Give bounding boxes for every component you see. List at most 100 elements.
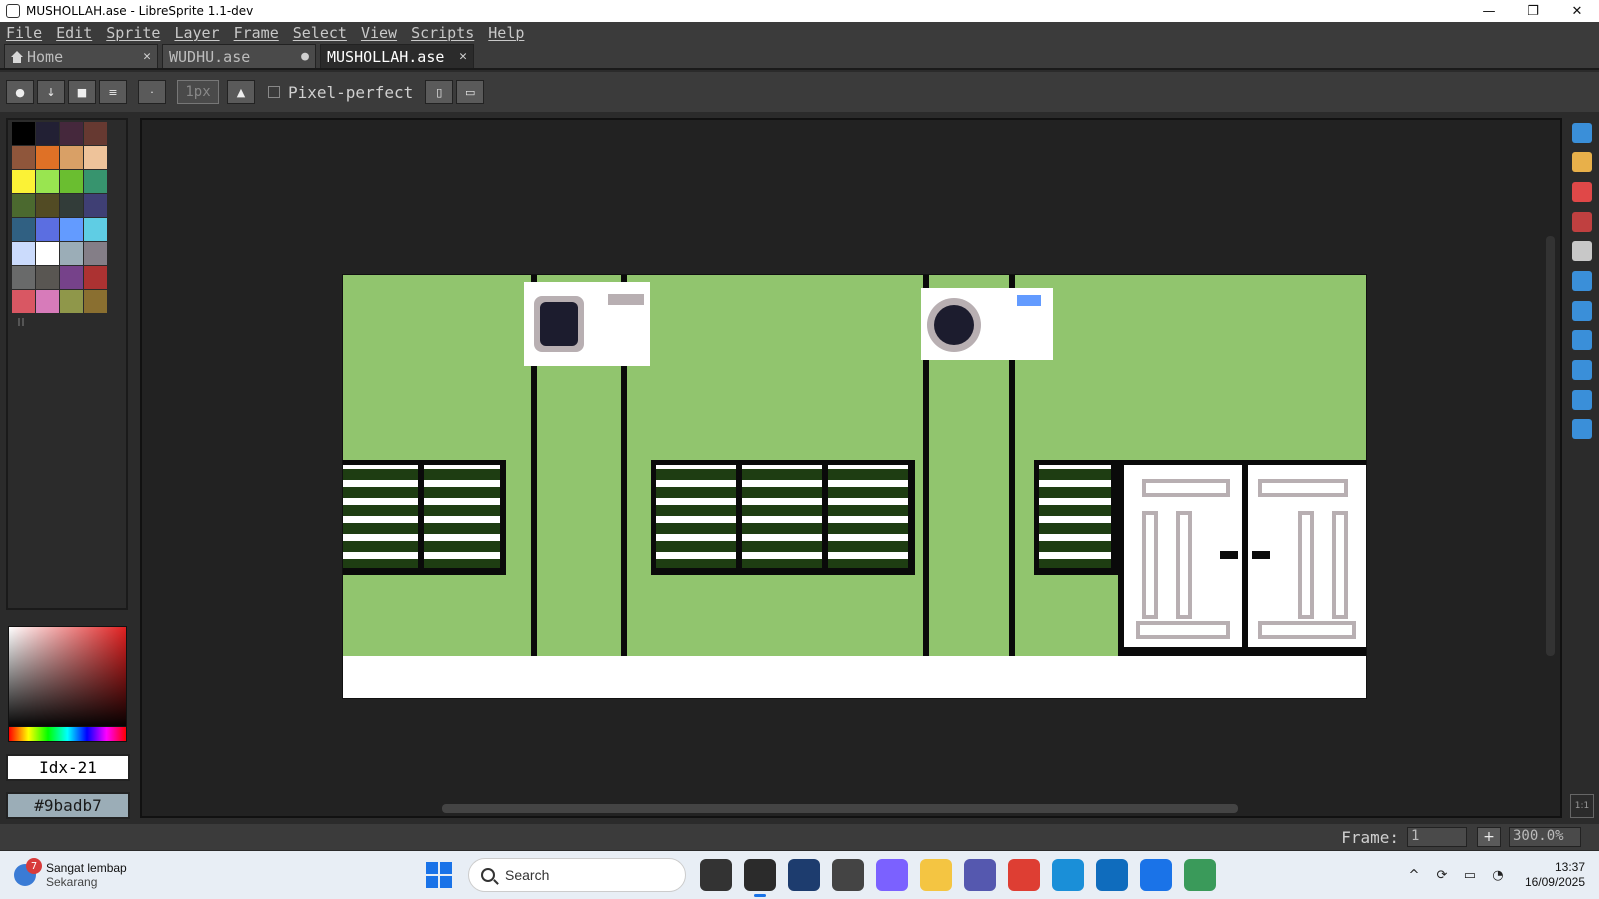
close-button[interactable]: ✕ xyxy=(1555,0,1599,22)
brush-type-circle-icon[interactable]: ● xyxy=(6,80,34,104)
palette-swatch[interactable] xyxy=(60,194,83,217)
saturation-value-picker[interactable] xyxy=(8,626,127,730)
palette-swatch[interactable] xyxy=(36,122,59,145)
chrome-icon[interactable] xyxy=(1008,859,1040,891)
brush-type-down-icon[interactable]: ↓ xyxy=(37,80,65,104)
actual-size-button[interactable]: 1:1 xyxy=(1570,794,1594,818)
sync-icon[interactable]: ⟳ xyxy=(1433,866,1451,884)
menu-file[interactable]: File xyxy=(6,24,42,42)
palette-swatch[interactable] xyxy=(60,146,83,169)
palette-swatch[interactable] xyxy=(12,170,35,193)
palette-swatch[interactable] xyxy=(12,122,35,145)
teams-icon[interactable] xyxy=(964,859,996,891)
tool-button[interactable] xyxy=(1568,296,1596,326)
palette-swatch[interactable] xyxy=(12,290,35,313)
vertical-scrollbar[interactable] xyxy=(1546,236,1555,656)
display-icon[interactable]: ▭ xyxy=(1461,866,1479,884)
weather-widget[interactable]: 7 Sangat lembap Sekarang xyxy=(14,858,294,889)
tool-button[interactable] xyxy=(1568,385,1596,415)
tab-home[interactable]: Home ✕ xyxy=(4,44,158,68)
palette-swatch[interactable] xyxy=(84,242,107,265)
menu-view[interactable]: View xyxy=(361,24,397,42)
solitaire-icon[interactable] xyxy=(788,859,820,891)
palette-swatch[interactable] xyxy=(36,218,59,241)
system-clock[interactable]: 13:37 16/09/2025 xyxy=(1525,860,1585,890)
menu-layer[interactable]: Layer xyxy=(174,24,219,42)
menu-scripts[interactable]: Scripts xyxy=(411,24,474,42)
menu-select[interactable]: Select xyxy=(293,24,347,42)
edge-icon[interactable] xyxy=(1052,859,1084,891)
palette-swatch[interactable] xyxy=(84,170,107,193)
palette-swatch[interactable] xyxy=(60,218,83,241)
libresprite-icon[interactable] xyxy=(744,859,776,897)
task-view-icon[interactable] xyxy=(700,859,732,891)
outlook-icon[interactable] xyxy=(1096,859,1128,891)
minimize-button[interactable]: — xyxy=(1467,0,1511,22)
sprite-canvas[interactable] xyxy=(342,274,1367,699)
palette-swatch[interactable] xyxy=(36,170,59,193)
palette-swatch[interactable] xyxy=(36,146,59,169)
palette-swatch[interactable] xyxy=(60,290,83,313)
palette-swatch[interactable] xyxy=(36,266,59,289)
palette-swatch[interactable] xyxy=(84,146,107,169)
cube-app-icon[interactable] xyxy=(832,859,864,891)
brush-options-icon[interactable]: ≡ xyxy=(99,80,127,104)
palette-resize-grip[interactable] xyxy=(18,318,24,326)
tool-button[interactable] xyxy=(1568,237,1596,267)
palette-swatch[interactable] xyxy=(12,194,35,217)
start-button[interactable] xyxy=(426,862,452,888)
palette-swatch[interactable] xyxy=(60,266,83,289)
palette-swatch[interactable] xyxy=(36,194,59,217)
copilot-icon[interactable] xyxy=(876,859,908,891)
maximize-button[interactable]: ❐ xyxy=(1511,0,1555,22)
unsaved-dot-icon[interactable]: ● xyxy=(301,49,309,64)
menu-sprite[interactable]: Sprite xyxy=(106,24,160,42)
palette-swatch[interactable] xyxy=(12,266,35,289)
color-index-label[interactable]: Idx-21 xyxy=(6,754,130,781)
palette-swatch[interactable] xyxy=(12,146,35,169)
tool-button[interactable] xyxy=(1568,325,1596,355)
store-icon[interactable] xyxy=(1140,859,1172,891)
tool-button[interactable] xyxy=(1568,148,1596,178)
horizontal-scrollbar[interactable] xyxy=(442,804,1238,813)
frame-field[interactable]: 1 xyxy=(1407,827,1467,847)
palette-swatch[interactable] xyxy=(84,122,107,145)
network-icon[interactable]: ◔ xyxy=(1489,866,1507,884)
symmetry-horizontal-icon[interactable]: ▭ xyxy=(456,80,485,104)
ink-type-icon[interactable]: ▲ xyxy=(227,80,255,104)
file-explorer-icon[interactable] xyxy=(920,859,952,891)
new-frame-button[interactable]: + xyxy=(1477,827,1501,847)
palette-swatch[interactable] xyxy=(84,218,107,241)
menu-frame[interactable]: Frame xyxy=(234,24,279,42)
tool-button[interactable] xyxy=(1568,266,1596,296)
tool-button[interactable] xyxy=(1568,177,1596,207)
close-tab-icon[interactable]: ✕ xyxy=(459,49,467,64)
cards-icon[interactable] xyxy=(1184,859,1216,891)
tab-mushollah[interactable]: MUSHOLLAH.ase ✕ xyxy=(320,44,474,68)
tab-wudhu[interactable]: WUDHU.ase ● xyxy=(162,44,316,68)
menu-help[interactable]: Help xyxy=(488,24,524,42)
chevron-up-icon[interactable]: ^ xyxy=(1405,866,1423,884)
palette-swatch[interactable] xyxy=(12,242,35,265)
color-hex-label[interactable]: #9badb7 xyxy=(6,792,130,819)
brush-type-square-icon[interactable]: ■ xyxy=(68,80,96,104)
hue-slider[interactable] xyxy=(8,726,127,742)
tool-button[interactable] xyxy=(1568,355,1596,385)
palette-swatch[interactable] xyxy=(12,218,35,241)
brush-preview-icon[interactable]: · xyxy=(138,80,166,104)
palette-swatch[interactable] xyxy=(36,242,59,265)
tool-button[interactable] xyxy=(1568,118,1596,148)
palette-swatch[interactable] xyxy=(84,194,107,217)
brush-size-field[interactable]: 1px xyxy=(177,80,219,104)
palette-swatch[interactable] xyxy=(36,290,59,313)
palette-swatch[interactable] xyxy=(84,290,107,313)
tool-button[interactable] xyxy=(1568,207,1596,237)
close-tab-icon[interactable]: ✕ xyxy=(143,49,151,64)
pixel-perfect-checkbox[interactable] xyxy=(268,86,280,98)
symmetry-vertical-icon[interactable]: ▯ xyxy=(425,80,454,104)
tool-button[interactable] xyxy=(1568,414,1596,444)
taskbar-search[interactable]: Search xyxy=(468,858,686,892)
menu-edit[interactable]: Edit xyxy=(56,24,92,42)
zoom-field[interactable]: 300.0% xyxy=(1509,827,1581,847)
palette-swatch[interactable] xyxy=(84,266,107,289)
